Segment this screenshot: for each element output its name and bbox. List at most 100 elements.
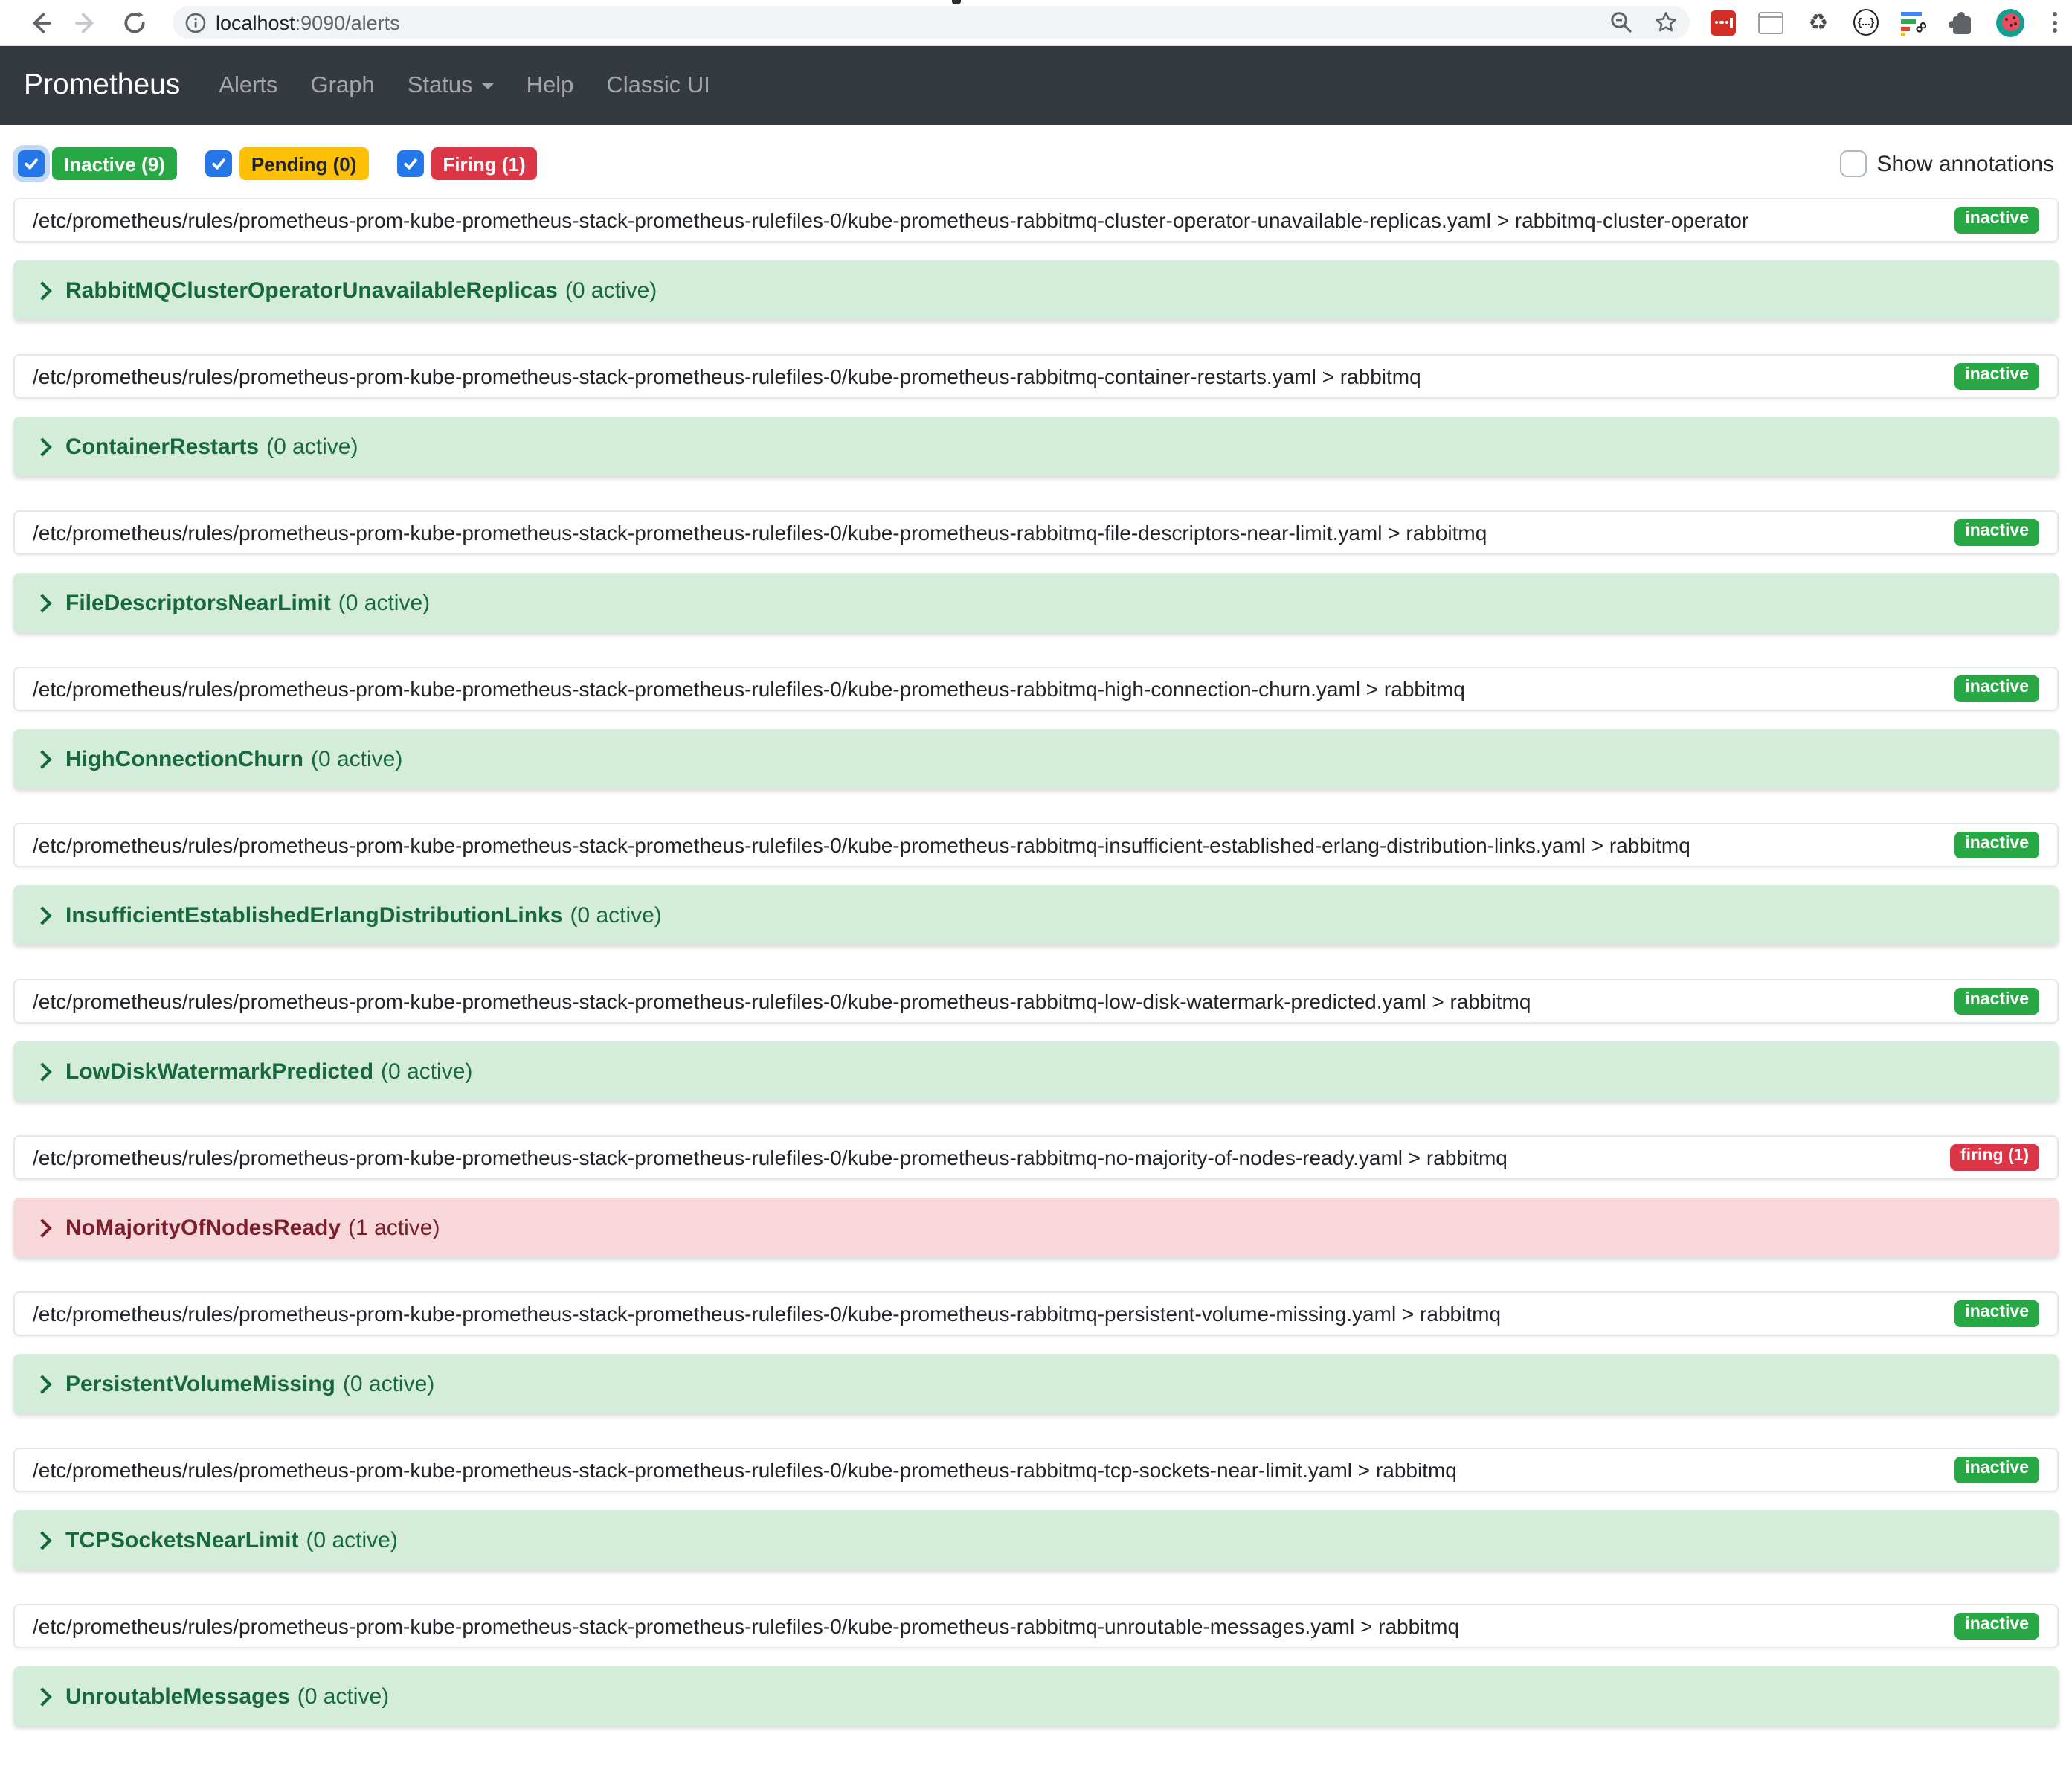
- rule-file-row: /etc/prometheus/rules/prometheus-prom-ku…: [13, 1291, 2059, 1336]
- recycle-extension-icon[interactable]: ♻: [1806, 10, 1831, 35]
- show-annotations-checkbox[interactable]: [1839, 150, 1866, 177]
- window-extension-icon[interactable]: [1758, 10, 1783, 35]
- chevron-right-icon: [33, 1530, 51, 1549]
- rule-group-row[interactable]: LowDiskWatermarkPredicted (0 active): [13, 1041, 2059, 1101]
- zoom-out-icon[interactable]: [1609, 10, 1633, 34]
- brand-prometheus[interactable]: Prometheus: [24, 68, 180, 103]
- url-text[interactable]: localhost:9090/alerts: [216, 11, 400, 33]
- rule-group-row[interactable]: HighConnectionChurn (0 active): [13, 729, 2059, 789]
- rule-group-block: /etc/prometheus/rules/prometheus-prom-ku…: [13, 823, 2059, 945]
- rule-file-row: /etc/prometheus/rules/prometheus-prom-ku…: [13, 1135, 2059, 1180]
- bookmark-star-icon[interactable]: [1654, 10, 1678, 34]
- chevron-down-icon: [482, 83, 494, 89]
- rule-state-badge: inactive: [1954, 363, 2039, 391]
- chevron-right-icon: [33, 437, 51, 455]
- rule-name: ContainerRestarts: [65, 434, 259, 459]
- rule-file-path: /etc/prometheus/rules/prometheus-prom-ku…: [33, 989, 1531, 1013]
- rule-file-path: /etc/prometheus/rules/prometheus-prom-ku…: [33, 1458, 1457, 1482]
- profile-avatar[interactable]: [1996, 8, 2024, 36]
- rule-group-row[interactable]: TCPSocketsNearLimit (0 active): [13, 1510, 2059, 1570]
- rule-name: FileDescriptorsNearLimit: [65, 590, 331, 615]
- browser-window: localhost:9090/alerts ♻ {...} ∞ Promethe…: [0, 0, 2072, 1769]
- rule-group-block: /etc/prometheus/rules/prometheus-prom-ku…: [13, 354, 2059, 476]
- rule-group-row[interactable]: FileDescriptorsNearLimit (0 active): [13, 573, 2059, 632]
- rule-name: NoMajorityOfNodesReady: [65, 1215, 341, 1240]
- rule-state-badge: inactive: [1954, 988, 2039, 1015]
- rule-file-path: /etc/prometheus/rules/prometheus-prom-ku…: [33, 365, 1421, 388]
- rule-group-row[interactable]: UnroutableMessages (0 active): [13, 1666, 2059, 1726]
- back-icon[interactable]: [25, 9, 52, 36]
- rule-group-block: /etc/prometheus/rules/prometheus-prom-ku…: [13, 667, 2059, 789]
- rule-group-row[interactable]: NoMajorityOfNodesReady (1 active): [13, 1198, 2059, 1257]
- show-annotations-label: Show annotations: [1876, 151, 2054, 176]
- show-annotations-control[interactable]: Show annotations: [1839, 150, 2054, 177]
- rule-active-count: (0 active): [565, 277, 657, 303]
- lastpass-extension-icon[interactable]: [1711, 10, 1736, 35]
- rule-group-row[interactable]: ContainerRestarts (0 active): [13, 417, 2059, 476]
- rule-group-row[interactable]: InsufficientEstablishedErlangDistributio…: [13, 885, 2059, 945]
- rule-group-block: /etc/prometheus/rules/prometheus-prom-ku…: [13, 510, 2059, 632]
- rule-file-path: /etc/prometheus/rules/prometheus-prom-ku…: [33, 677, 1465, 701]
- rule-state-badge: firing (1): [1950, 1144, 2039, 1172]
- pending-badge[interactable]: Pending (0): [239, 147, 369, 180]
- rule-file-row: /etc/prometheus/rules/prometheus-prom-ku…: [13, 667, 2059, 711]
- rule-group-block: /etc/prometheus/rules/prometheus-prom-ku…: [13, 198, 2059, 320]
- nav-status[interactable]: Status: [396, 72, 506, 99]
- chevron-right-icon: [33, 1374, 51, 1393]
- address-bar[interactable]: localhost:9090/alerts: [173, 6, 1690, 39]
- info-icon[interactable]: [184, 11, 207, 33]
- reload-icon[interactable]: [120, 9, 147, 36]
- rule-name: UnroutableMessages: [65, 1683, 290, 1709]
- rule-state-badge: inactive: [1954, 675, 2039, 703]
- nav-help[interactable]: Help: [515, 72, 586, 99]
- chevron-right-icon: [33, 280, 51, 299]
- rule-active-count: (0 active): [311, 746, 402, 771]
- chevron-right-icon: [33, 749, 51, 768]
- rule-active-count: (1 active): [348, 1215, 440, 1240]
- firing-badge[interactable]: Firing (1): [431, 147, 537, 180]
- tab-strip-fragment: [952, 0, 961, 4]
- rule-active-count: (0 active): [306, 1527, 397, 1553]
- browser-menu-icon[interactable]: [2053, 12, 2057, 33]
- forward-icon[interactable]: [73, 9, 100, 36]
- filter-firing[interactable]: Firing (1): [396, 147, 537, 180]
- rule-group-block: /etc/prometheus/rules/prometheus-prom-ku…: [13, 1604, 2059, 1726]
- rule-name: RabbitMQClusterOperatorUnavailableReplic…: [65, 277, 558, 303]
- alerts-page: Inactive (9) Pending (0) Firing (1) Show…: [0, 147, 2072, 1726]
- firing-checkbox[interactable]: [396, 150, 423, 177]
- rule-group-block: /etc/prometheus/rules/prometheus-prom-ku…: [13, 1448, 2059, 1570]
- extensions-row: ♻ {...} ∞: [1711, 8, 2057, 36]
- braces-extension-icon[interactable]: {...}: [1853, 10, 1879, 35]
- nav-classic-ui[interactable]: Classic UI: [594, 72, 722, 99]
- rule-name: LowDiskWatermarkPredicted: [65, 1059, 373, 1084]
- inactive-badge[interactable]: Inactive (9): [52, 147, 177, 180]
- nav-alerts[interactable]: Alerts: [207, 72, 289, 99]
- chevron-right-icon: [33, 1686, 51, 1705]
- rule-file-row: /etc/prometheus/rules/prometheus-prom-ku…: [13, 354, 2059, 399]
- filter-pending[interactable]: Pending (0): [205, 147, 369, 180]
- prometheus-navbar: Prometheus Alerts Graph Status Help Clas…: [0, 46, 2072, 125]
- rule-active-count: (0 active): [570, 902, 661, 928]
- pending-checkbox[interactable]: [205, 150, 232, 177]
- extensions-puzzle-icon[interactable]: [1949, 10, 1974, 35]
- rule-active-count: (0 active): [381, 1059, 472, 1084]
- nav-graph[interactable]: Graph: [299, 72, 387, 99]
- rule-group-row[interactable]: RabbitMQClusterOperatorUnavailableReplic…: [13, 260, 2059, 320]
- chevron-right-icon: [33, 905, 51, 924]
- rule-name: TCPSocketsNearLimit: [65, 1527, 298, 1553]
- rule-group-row[interactable]: PersistentVolumeMissing (0 active): [13, 1354, 2059, 1413]
- rule-active-count: (0 active): [266, 434, 358, 459]
- rule-file-path: /etc/prometheus/rules/prometheus-prom-ku…: [33, 833, 1690, 857]
- rule-file-path: /etc/prometheus/rules/prometheus-prom-ku…: [33, 521, 1487, 545]
- inactive-checkbox[interactable]: [18, 150, 45, 177]
- rule-file-path: /etc/prometheus/rules/prometheus-prom-ku…: [33, 208, 1748, 232]
- rule-file-row: /etc/prometheus/rules/prometheus-prom-ku…: [13, 823, 2059, 867]
- rule-state-badge: inactive: [1954, 519, 2039, 547]
- filter-inactive[interactable]: Inactive (9): [18, 147, 177, 180]
- browser-toolbar: localhost:9090/alerts ♻ {...} ∞: [0, 0, 2072, 46]
- rule-name: HighConnectionChurn: [65, 746, 303, 771]
- rule-groups-list: /etc/prometheus/rules/prometheus-prom-ku…: [13, 198, 2059, 1726]
- chart-link-extension-icon[interactable]: ∞: [1901, 10, 1926, 35]
- rule-file-row: /etc/prometheus/rules/prometheus-prom-ku…: [13, 510, 2059, 555]
- rule-name: PersistentVolumeMissing: [65, 1371, 335, 1396]
